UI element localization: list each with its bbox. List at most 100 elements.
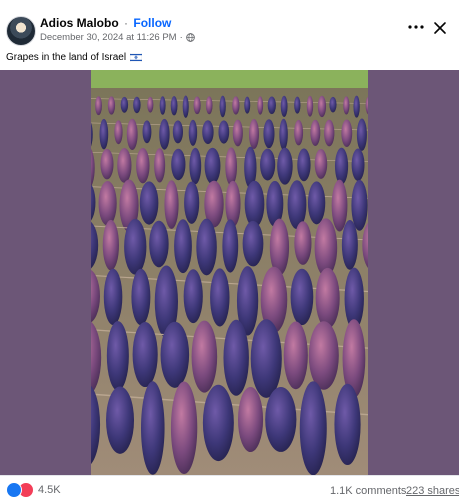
grape-bunch <box>159 118 170 150</box>
grape-bunch <box>267 96 276 115</box>
grape-bunch <box>225 180 241 227</box>
grape-bunch <box>219 95 226 118</box>
grape-bunch <box>124 218 147 275</box>
grape-bunch <box>299 381 327 475</box>
grape-bunch <box>260 148 276 181</box>
grape-bunch <box>351 179 368 231</box>
reactions-summary[interactable]: 4.5K <box>6 482 61 498</box>
post-footer: 4.5K 1.1K comments 223 shares <box>0 475 459 502</box>
grape-bunch <box>98 181 117 226</box>
grape-bunch <box>341 220 358 270</box>
grape-bunch <box>351 148 365 181</box>
post-timestamp[interactable]: December 30, 2024 at 11:26 PM <box>40 32 177 43</box>
grape-bunch <box>222 219 239 273</box>
grape-bunch <box>263 119 275 149</box>
comments-count[interactable]: 1.1K comments <box>330 485 406 497</box>
grape-bunch <box>95 96 102 116</box>
separator-dot: · <box>124 16 129 30</box>
grape-bunch <box>131 268 151 326</box>
grape-bunch <box>103 268 123 325</box>
grape-bunch <box>225 147 238 186</box>
grape-bunch <box>329 96 337 113</box>
grape-bunch <box>164 180 179 229</box>
grape-bunch <box>149 220 169 268</box>
grape-bunch <box>106 321 129 391</box>
grape-bunch <box>242 220 264 267</box>
grape-bunch <box>189 147 202 185</box>
author-line: Adios Malobo · Follow <box>40 16 171 30</box>
grape-bunch <box>193 96 201 115</box>
grape-bunch <box>174 219 192 274</box>
grape-bunch <box>182 95 189 118</box>
grape-bunch <box>315 267 340 329</box>
grape-bunch <box>99 118 109 150</box>
post-video[interactable] <box>91 70 368 475</box>
reactions-count: 4.5K <box>38 484 61 496</box>
grape-bunch <box>294 119 304 146</box>
shares-count[interactable]: 223 shares <box>406 485 459 497</box>
grape-bunch <box>205 96 213 115</box>
grape-bunch <box>210 268 230 327</box>
post-meta: December 30, 2024 at 11:26 PM · <box>40 32 195 43</box>
grape-bunch <box>324 119 335 147</box>
grape-bunch <box>343 96 350 115</box>
more-options-icon[interactable] <box>406 20 426 34</box>
grass-strip <box>91 70 368 88</box>
meta-separator: · <box>179 32 183 43</box>
grape-bunch <box>297 148 311 182</box>
grape-bunch <box>196 218 217 276</box>
author-name[interactable]: Adios Malobo <box>40 16 119 30</box>
grape-bunch <box>317 95 327 118</box>
grape-bunch <box>191 320 218 393</box>
grape-bunch <box>334 147 349 185</box>
grape-bunch <box>139 181 159 225</box>
grape-bunch <box>147 96 154 113</box>
grape-bunch <box>237 386 264 453</box>
vineyard-grapes-video <box>91 70 368 475</box>
grape-bunch <box>257 96 264 115</box>
grape-bunch <box>314 218 338 277</box>
grape-bunch <box>306 95 314 117</box>
grape-bunch <box>202 384 234 462</box>
grape-bunch <box>100 148 114 180</box>
grape-bunch <box>107 96 116 115</box>
grape-bunch <box>314 149 328 179</box>
grape-bunch <box>341 119 353 148</box>
grape-bunch <box>308 321 339 390</box>
like-icon <box>6 482 22 498</box>
grape-bunch <box>154 148 166 183</box>
grape-bunch <box>248 119 259 149</box>
grape-bunch <box>171 148 186 181</box>
grape-bunch <box>106 386 135 454</box>
grape-bunch <box>294 96 301 114</box>
grape-bunch <box>160 321 190 388</box>
grape-bunch <box>184 181 200 224</box>
grape-bunch <box>334 383 361 466</box>
grape-bunch <box>277 147 293 185</box>
grape-bunch <box>204 147 221 185</box>
grape-bunch <box>232 119 243 147</box>
grape-bunch <box>265 387 297 452</box>
grape-bunch <box>188 119 198 146</box>
grape-bunch <box>310 119 321 147</box>
grape-bunch <box>307 181 326 225</box>
grape-bunch <box>159 96 166 115</box>
grape-bunch <box>223 319 249 396</box>
grape-bunch <box>170 381 198 475</box>
close-icon[interactable] <box>432 20 448 36</box>
grape-bunch <box>172 120 184 144</box>
follow-button[interactable]: Follow <box>133 16 171 30</box>
grape-bunch <box>218 120 230 144</box>
author-avatar[interactable] <box>6 16 36 46</box>
grape-bunch <box>133 96 141 114</box>
grape-bunch <box>120 96 129 113</box>
grape-bunch <box>353 95 360 118</box>
grape-bunch <box>126 118 138 151</box>
grape-bunch <box>290 268 314 326</box>
grape-bunch <box>283 321 308 390</box>
grape-bunch <box>102 219 119 271</box>
globe-icon <box>185 33 195 42</box>
grape-bunch <box>114 120 123 145</box>
grape-bunch <box>294 221 312 265</box>
grape-bunch <box>183 269 203 324</box>
